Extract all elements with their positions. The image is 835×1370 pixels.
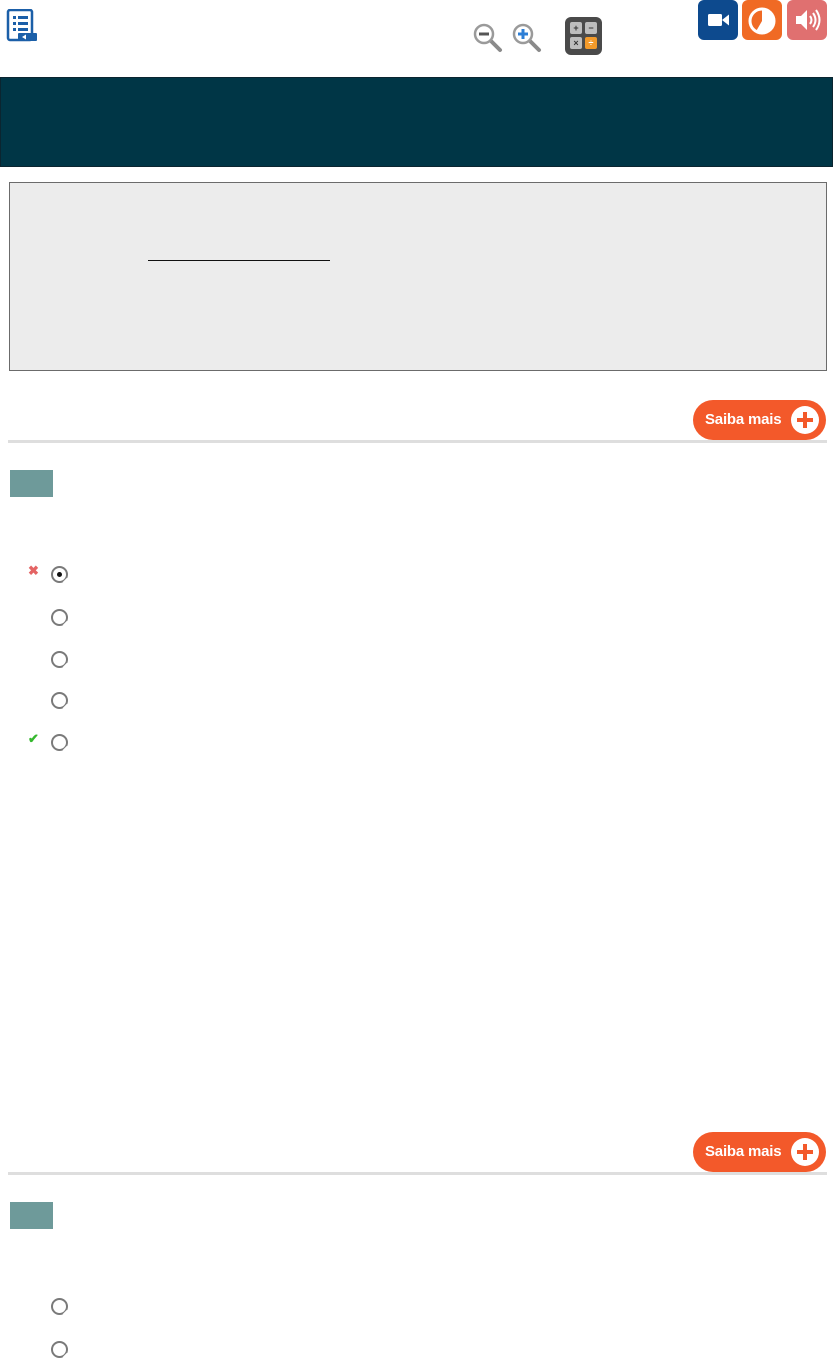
video-button[interactable] — [698, 0, 738, 40]
answer-option-radio[interactable] — [51, 1298, 68, 1315]
speaker-icon — [796, 9, 821, 31]
calc-key-divide: ÷ — [585, 37, 597, 49]
saiba-mais-button[interactable]: Saiba mais — [693, 400, 826, 440]
answer-option-radio[interactable] — [51, 651, 68, 668]
answer-option-radio[interactable] — [51, 566, 68, 583]
video-camera-icon — [708, 14, 729, 26]
question-number-badge — [10, 1202, 53, 1229]
calculator-icon[interactable]: + − × ÷ — [565, 17, 602, 55]
plus-circle-icon — [791, 1138, 819, 1166]
saiba-mais-label: Saiba mais — [705, 411, 782, 428]
section-divider — [8, 440, 827, 443]
answer-option-radio[interactable] — [51, 734, 68, 751]
calc-key-minus: − — [585, 22, 597, 34]
answer-option-radio[interactable] — [51, 609, 68, 626]
saiba-mais-label: Saiba mais — [705, 1143, 782, 1160]
zoom-in-icon[interactable] — [511, 22, 543, 54]
header-banner — [0, 77, 833, 167]
answer-option-radio[interactable] — [51, 692, 68, 709]
calc-key-multiply: × — [570, 37, 582, 49]
answer-option-radio[interactable] — [51, 1341, 68, 1358]
chart-button[interactable] — [742, 0, 782, 40]
check-icon: ✔ — [28, 731, 39, 746]
pie-chart-icon — [748, 7, 776, 35]
section-divider — [8, 1172, 827, 1175]
list-document-icon[interactable] — [6, 8, 38, 43]
saiba-mais-button[interactable]: Saiba mais — [693, 1132, 826, 1172]
question-number-badge — [10, 470, 53, 497]
plus-circle-icon — [791, 406, 819, 434]
fill-in-blank-line — [148, 260, 330, 261]
zoom-out-icon[interactable] — [472, 22, 504, 54]
audio-button[interactable] — [787, 0, 827, 40]
calc-key-plus: + — [570, 22, 582, 34]
question-statement-box — [9, 182, 827, 371]
x-icon: ✖ — [28, 563, 39, 578]
